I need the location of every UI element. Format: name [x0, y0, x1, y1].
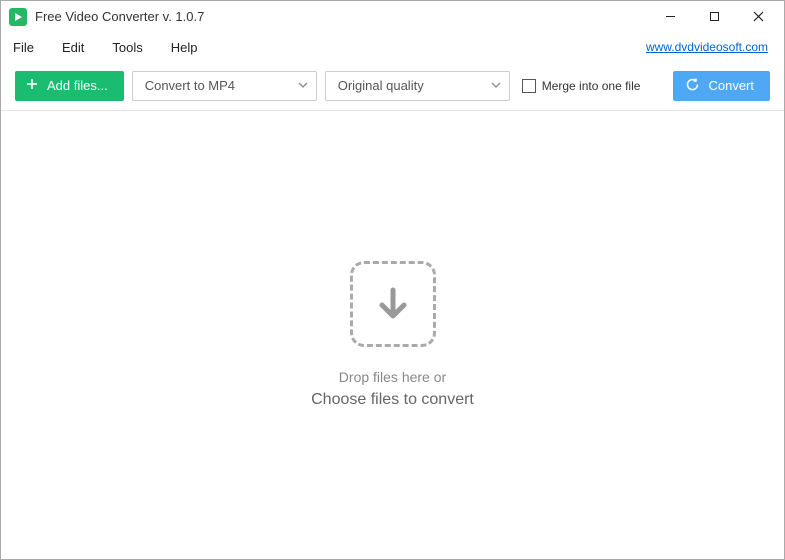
toolbar: Add files... Convert to MP4 Original qua… — [1, 61, 784, 111]
plus-icon — [25, 77, 39, 94]
convert-label: Convert — [708, 78, 754, 93]
main-window: Free Video Converter v. 1.0.7 File Edit … — [0, 0, 785, 560]
quality-dropdown-value: Original quality — [338, 78, 424, 93]
download-arrow-icon — [350, 261, 436, 347]
chevron-down-icon — [298, 78, 308, 93]
menu-tools[interactable]: Tools — [112, 40, 142, 55]
add-files-button[interactable]: Add files... — [15, 71, 124, 101]
window-controls — [648, 2, 780, 32]
quality-dropdown[interactable]: Original quality — [325, 71, 510, 101]
format-dropdown-value: Convert to MP4 — [145, 78, 235, 93]
minimize-button[interactable] — [648, 2, 692, 32]
checkbox-box-icon — [522, 79, 536, 93]
menu-help[interactable]: Help — [171, 40, 198, 55]
website-link[interactable]: www.dvdvideosoft.com — [646, 40, 768, 54]
maximize-button[interactable] — [692, 2, 736, 32]
app-icon — [9, 8, 27, 26]
convert-button[interactable]: Convert — [673, 71, 770, 101]
merge-checkbox-label: Merge into one file — [542, 79, 641, 93]
menu-edit[interactable]: Edit — [62, 40, 84, 55]
dropzone-text-2: Choose files to convert — [311, 391, 474, 409]
format-dropdown[interactable]: Convert to MP4 — [132, 71, 317, 101]
chevron-down-icon — [491, 78, 501, 93]
add-files-label: Add files... — [47, 78, 108, 93]
menu-file[interactable]: File — [13, 40, 34, 55]
window-title: Free Video Converter v. 1.0.7 — [35, 9, 648, 24]
merge-checkbox[interactable]: Merge into one file — [518, 79, 645, 93]
refresh-icon — [685, 77, 700, 95]
titlebar: Free Video Converter v. 1.0.7 — [1, 1, 784, 33]
dropzone-text-1: Drop files here or — [339, 369, 446, 385]
dropzone[interactable]: Drop files here or Choose files to conve… — [1, 111, 784, 559]
menubar: File Edit Tools Help www.dvdvideosoft.co… — [1, 33, 784, 61]
close-button[interactable] — [736, 2, 780, 32]
